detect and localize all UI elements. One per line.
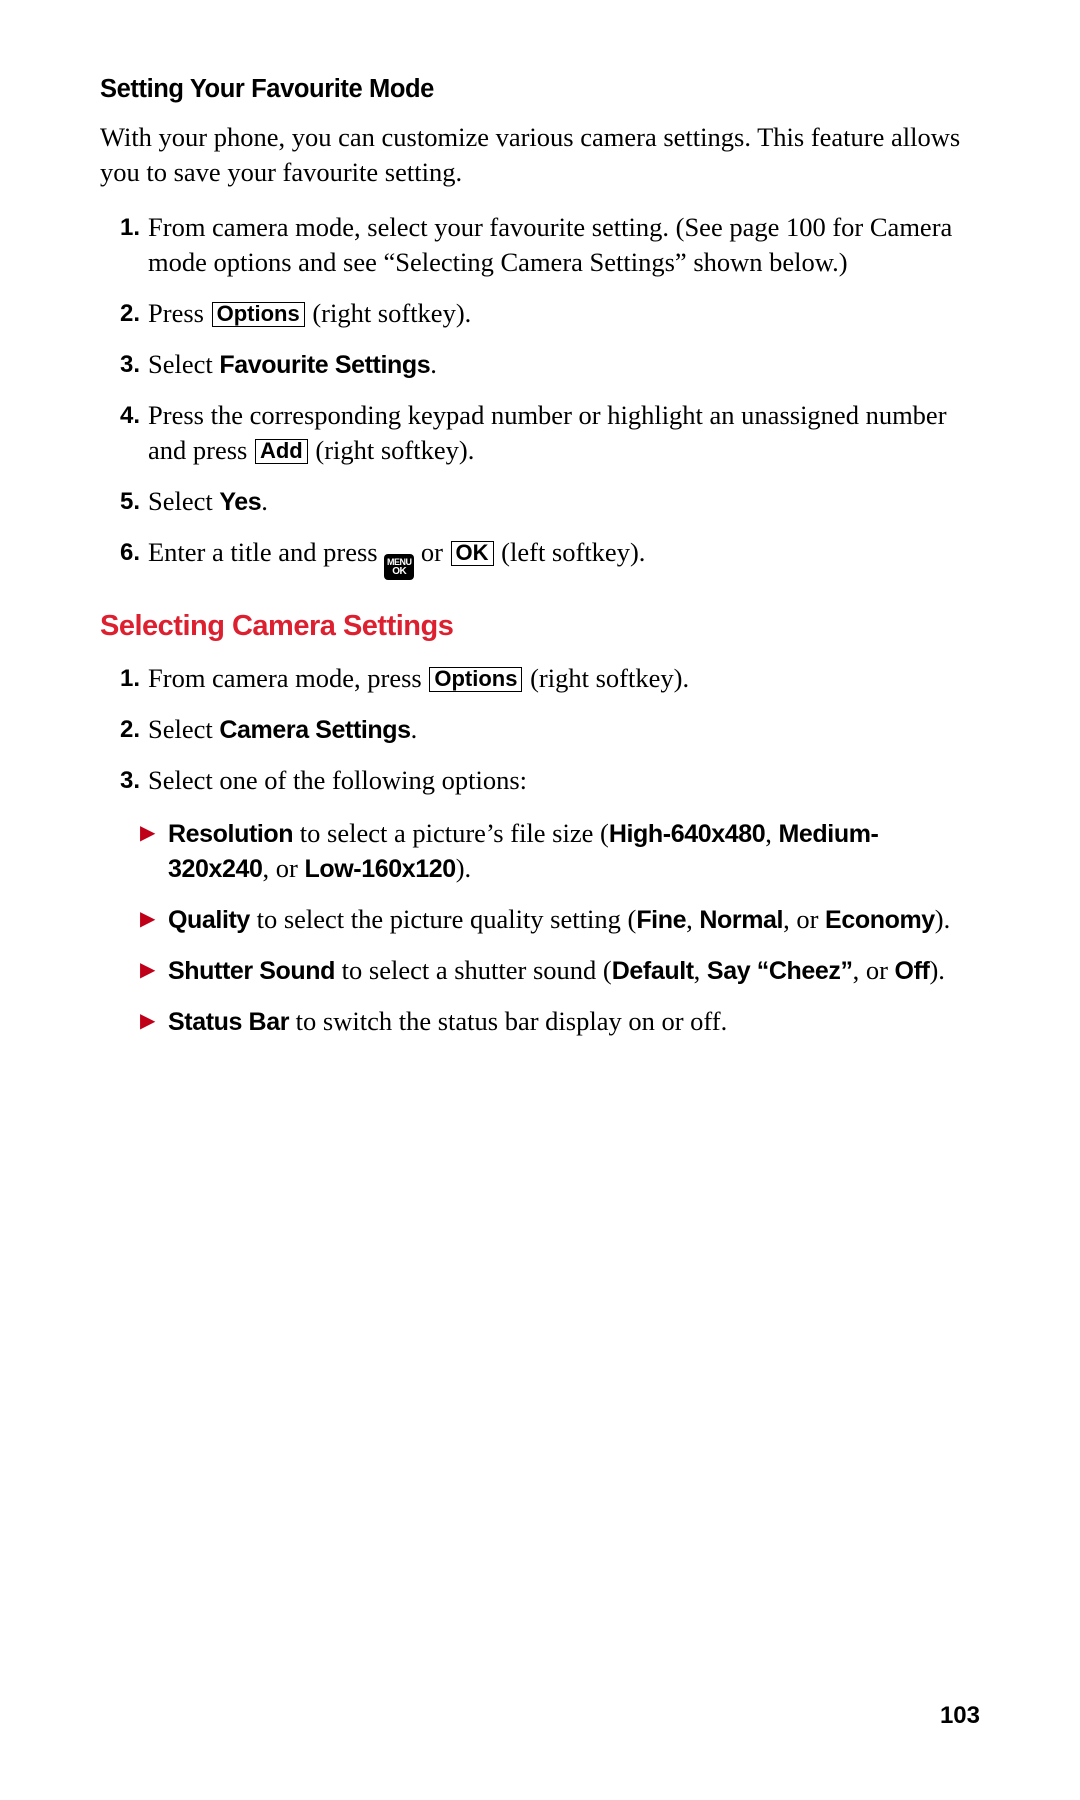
text: to switch the status bar display on or o…	[289, 1006, 727, 1036]
step-1: 1. From camera mode, select your favouri…	[100, 210, 980, 280]
step-number: 1.	[100, 661, 148, 695]
text: Select	[148, 349, 219, 379]
step-text: Enter a title and press MENUOK or OK (le…	[148, 535, 960, 580]
bold-label: Say “Cheez”	[707, 957, 853, 985]
bold-label: Low-160x120	[304, 855, 455, 883]
triangle-bullet-icon: ▶	[140, 902, 168, 932]
bold-label: Economy	[825, 906, 935, 934]
text: Select	[148, 714, 219, 744]
step-text: Select one of the following options:	[148, 763, 960, 798]
section2-bullets: ▶ Resolution to select a picture’s file …	[100, 816, 980, 1039]
text: , or	[263, 853, 305, 883]
text: .	[261, 486, 268, 516]
keycap-ok: OK	[451, 541, 494, 566]
step-number: 6.	[100, 535, 148, 569]
text: or	[414, 537, 449, 567]
section-subhead-favourite-mode: Setting Your Favourite Mode	[100, 75, 980, 104]
bold-label: Off	[895, 957, 930, 985]
text: ,	[765, 818, 778, 848]
bullet-shutter-sound: ▶ Shutter Sound to select a shutter soun…	[100, 953, 980, 988]
bold-label: Favourite Settings	[219, 351, 430, 379]
section1-intro: With your phone, you can customize vario…	[100, 120, 980, 190]
step-number: 5.	[100, 484, 148, 518]
bullet-text: Quality to select the picture quality se…	[168, 902, 960, 937]
step-3: 3. Select one of the following options:	[100, 763, 980, 798]
text: to select a picture’s file size (	[293, 818, 609, 848]
bullet-resolution: ▶ Resolution to select a picture’s file …	[100, 816, 980, 886]
menu-ok-icon: MENUOK	[384, 554, 414, 580]
step-4: 4. Press the corresponding keypad number…	[100, 398, 980, 468]
triangle-bullet-icon: ▶	[140, 953, 168, 983]
text: .	[430, 349, 437, 379]
keycap-add: Add	[255, 439, 308, 464]
step-2: 2. Press Options (right softkey).	[100, 296, 980, 331]
text: ).	[456, 853, 471, 883]
text: (right softkey).	[309, 435, 475, 465]
bold-label: Fine	[636, 906, 686, 934]
bold-label: Resolution	[168, 820, 293, 848]
text: ).	[929, 955, 944, 985]
text: Select	[148, 486, 219, 516]
bold-label: High-640x480	[609, 820, 765, 848]
step-text: Select Yes.	[148, 484, 960, 519]
text: (left softkey).	[495, 537, 646, 567]
triangle-bullet-icon: ▶	[140, 816, 168, 846]
step-1: 1. From camera mode, press Options (righ…	[100, 661, 980, 696]
step-text: Select Camera Settings.	[148, 712, 960, 747]
step-number: 1.	[100, 210, 148, 244]
section1-steps: 1. From camera mode, select your favouri…	[100, 210, 980, 580]
step-number: 4.	[100, 398, 148, 432]
text: to select the picture quality setting (	[250, 904, 636, 934]
bullet-status-bar: ▶ Status Bar to switch the status bar di…	[100, 1004, 980, 1039]
manual-page: Setting Your Favourite Mode With your ph…	[0, 0, 1080, 1800]
bold-label: Normal	[699, 906, 783, 934]
step-text: From camera mode, select your favourite …	[148, 210, 960, 280]
text: Enter a title and press	[148, 537, 384, 567]
section-heading-camera-settings: Selecting Camera Settings	[100, 610, 980, 643]
section2-steps: 1. From camera mode, press Options (righ…	[100, 661, 980, 798]
step-number: 3.	[100, 763, 148, 797]
text: Press	[148, 298, 211, 328]
step-number: 3.	[100, 347, 148, 381]
keycap-options: Options	[429, 667, 522, 692]
text: , or	[853, 955, 895, 985]
bold-label: Quality	[168, 906, 250, 934]
step-number: 2.	[100, 296, 148, 330]
step-2: 2. Select Camera Settings.	[100, 712, 980, 747]
step-text: From camera mode, press Options (right s…	[148, 661, 960, 696]
text: .	[411, 714, 418, 744]
bullet-text: Resolution to select a picture’s file si…	[168, 816, 960, 886]
bold-label: Shutter Sound	[168, 957, 335, 985]
text: to select a shutter sound (	[335, 955, 612, 985]
step-number: 2.	[100, 712, 148, 746]
text: From camera mode, press	[148, 663, 428, 693]
icon-line2: OK	[392, 567, 406, 577]
text: ,	[686, 904, 699, 934]
step-text: Select Favourite Settings.	[148, 347, 960, 382]
step-3: 3. Select Favourite Settings.	[100, 347, 980, 382]
text: (right softkey).	[306, 298, 472, 328]
keycap-options: Options	[212, 302, 305, 327]
bullet-quality: ▶ Quality to select the picture quality …	[100, 902, 980, 937]
text: , or	[783, 904, 825, 934]
text: ).	[935, 904, 950, 934]
bullet-text: Shutter Sound to select a shutter sound …	[168, 953, 960, 988]
bold-label: Status Bar	[168, 1008, 289, 1036]
bullet-text: Status Bar to switch the status bar disp…	[168, 1004, 960, 1039]
step-text: Press the corresponding keypad number or…	[148, 398, 960, 468]
step-5: 5. Select Yes.	[100, 484, 980, 519]
bold-label: Camera Settings	[219, 716, 410, 744]
bold-label: Yes	[219, 488, 261, 516]
text: ,	[694, 955, 707, 985]
page-number: 103	[940, 1702, 980, 1730]
step-text: Press Options (right softkey).	[148, 296, 960, 331]
step-6: 6. Enter a title and press MENUOK or OK …	[100, 535, 980, 580]
text: (right softkey).	[523, 663, 689, 693]
triangle-bullet-icon: ▶	[140, 1004, 168, 1034]
bold-label: Default	[612, 957, 694, 985]
